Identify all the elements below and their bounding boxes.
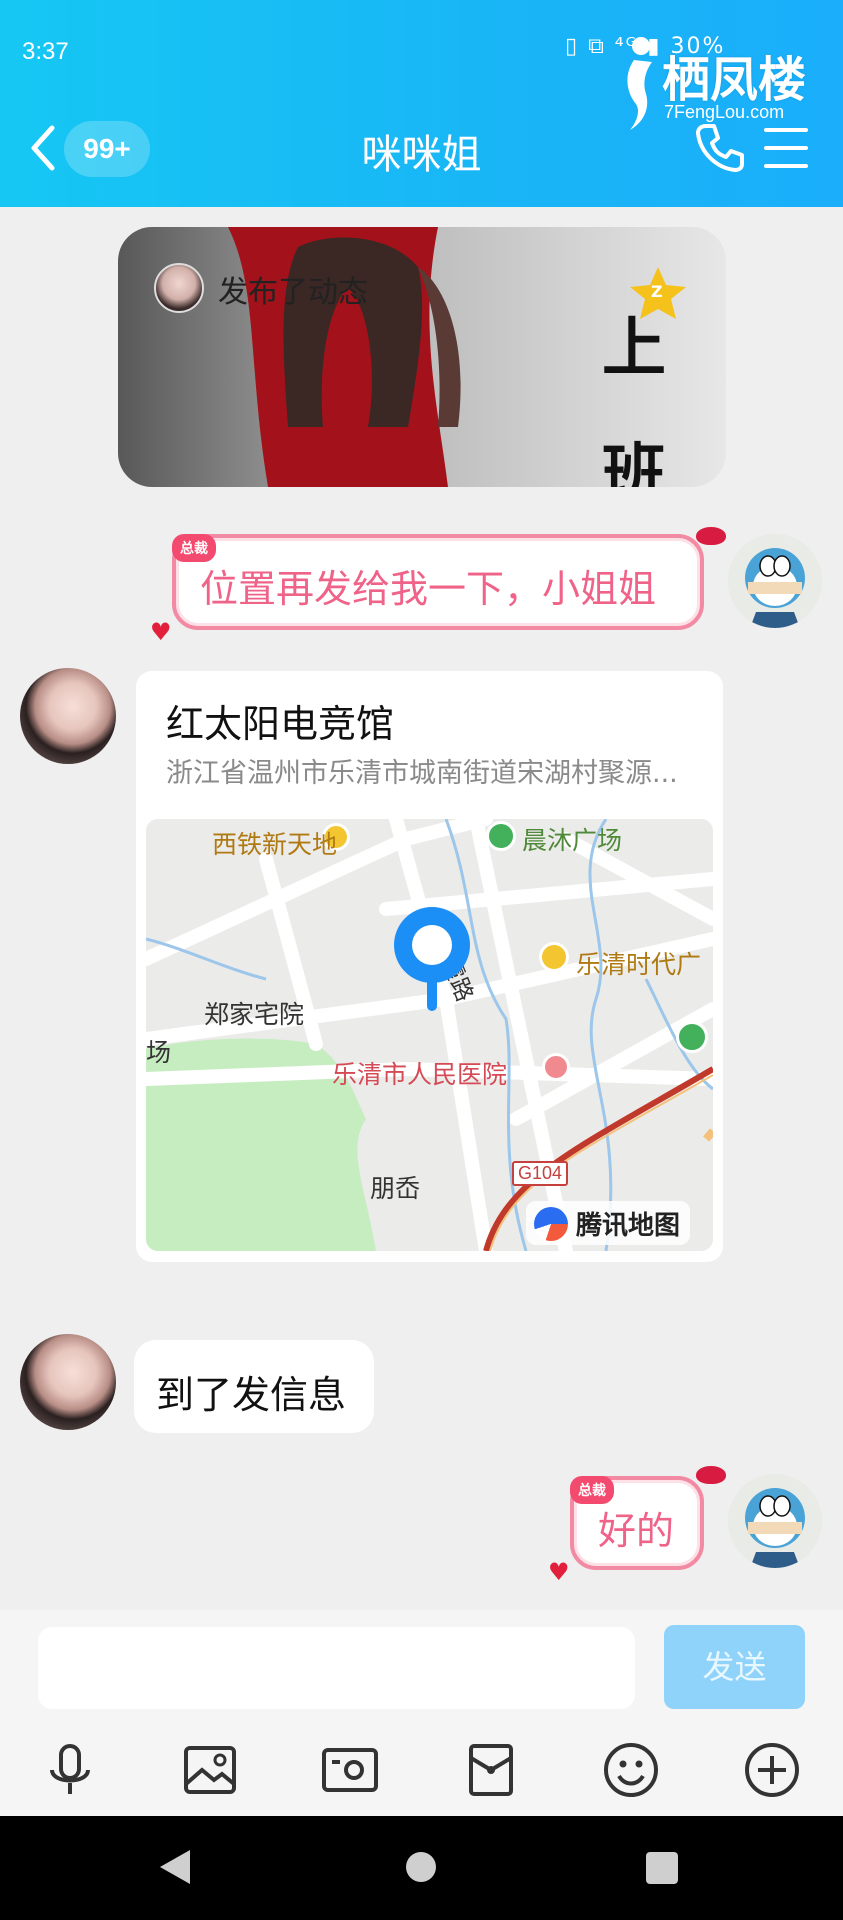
location-pin-icon — [394, 907, 470, 1011]
location-card[interactable]: 红太阳电竞馆 浙江省温州市乐清市城南街道宋湖村聚源... 西铁新天地 晨沐广场 … — [136, 671, 723, 1262]
microphone-icon[interactable] — [40, 1740, 100, 1800]
map-brand: 腾讯地图 — [526, 1201, 691, 1245]
poi-marker-icon — [539, 942, 569, 972]
phone-icon[interactable] — [694, 122, 746, 174]
feed-update-card[interactable]: 上 班 Z 发布了动态 — [118, 227, 726, 487]
park-marker-icon — [676, 1021, 708, 1053]
location-name: 红太阳电竞馆 — [166, 702, 395, 746]
feed-avatar — [154, 263, 204, 313]
map-label: 朋岙 — [370, 1174, 421, 1203]
heart-icon: ♥ — [548, 1558, 570, 1586]
map-brand-label: 腾讯地图 — [576, 1211, 681, 1241]
app-header: 3:37 ▯ ⧉ ⁴ᴳ ▮ 30% 栖凤楼 7FengLou.com 99+ 咪… — [0, 0, 843, 207]
nav-recents-icon[interactable] — [646, 1852, 678, 1884]
watermark-url: 7FengLou.com — [664, 102, 785, 122]
status-time: 3:37 — [22, 38, 69, 65]
watermark-figure-icon — [627, 37, 652, 130]
map-label: 郑家宅院 — [204, 1000, 305, 1029]
vip-tag: 总裁 — [570, 1476, 614, 1504]
lips-icon — [696, 1466, 726, 1484]
image-icon[interactable] — [180, 1740, 240, 1800]
message-text: 位置再发给我一下，小姐姐 — [200, 567, 657, 611]
my-avatar[interactable] — [728, 1474, 822, 1568]
message-input[interactable] — [38, 1627, 635, 1709]
watermark-title: 栖凤楼 — [662, 52, 807, 108]
message-bubble[interactable]: 位置再发给我一下，小姐姐 — [172, 534, 704, 630]
feed-art-char: 班 — [602, 438, 666, 487]
camera-icon[interactable] — [320, 1740, 380, 1800]
chat-screen: 3:37 ▯ ⧉ ⁴ᴳ ▮ 30% 栖凤楼 7FengLou.com 99+ 咪… — [0, 0, 843, 1920]
emoji-icon[interactable] — [601, 1740, 661, 1800]
message-text: 到了发信息 — [156, 1373, 347, 1417]
message-bubble[interactable]: 到了发信息 — [134, 1340, 374, 1433]
hospital-marker-icon — [542, 1053, 570, 1081]
nav-back-icon[interactable] — [160, 1850, 190, 1884]
nav-home-icon[interactable] — [406, 1852, 436, 1882]
feed-text: 发布了动态 — [218, 275, 368, 310]
road-tag: G104 — [512, 1161, 569, 1186]
red-packet-icon[interactable] — [461, 1740, 521, 1800]
lips-icon — [696, 527, 726, 545]
feed-star-label: Z — [651, 282, 663, 301]
menu-icon[interactable] — [764, 128, 808, 168]
my-avatar[interactable] — [728, 534, 822, 628]
map-label: 乐清时代广 — [576, 950, 702, 979]
heart-icon: ♥ — [150, 618, 172, 646]
doraemon-avatar-icon — [728, 534, 822, 628]
vip-tag: 总裁 — [172, 534, 216, 562]
map-label: 场 — [146, 1038, 172, 1067]
map-label: 乐清市人民医院 — [332, 1060, 508, 1089]
map-roads — [146, 819, 713, 1251]
system-nav-bar — [0, 1816, 843, 1920]
feed-art-char: 上 — [602, 312, 666, 386]
map-preview[interactable]: 西铁新天地 晨沐广场 丹霞路 乐清时代广 郑家宅院 场 乐清市人民医院 朋岙 G… — [146, 819, 713, 1251]
map-label: 西铁新天地 — [212, 830, 338, 859]
send-button[interactable]: 发送 — [664, 1625, 805, 1709]
contact-avatar[interactable] — [20, 668, 116, 764]
location-address: 浙江省温州市乐清市城南街道宋湖村聚源... — [166, 758, 678, 789]
tencent-map-logo-icon — [534, 1207, 568, 1241]
doraemon-avatar-icon — [728, 1474, 822, 1568]
park-marker-icon — [486, 821, 516, 851]
input-area: 发送 — [0, 1610, 843, 1816]
plus-icon[interactable] — [742, 1740, 802, 1800]
map-label: 晨沐广场 — [522, 826, 623, 855]
message-text: 好的 — [598, 1509, 675, 1553]
watermark: 栖凤楼 7FengLou.com — [622, 30, 822, 130]
contact-avatar[interactable] — [20, 1334, 116, 1430]
